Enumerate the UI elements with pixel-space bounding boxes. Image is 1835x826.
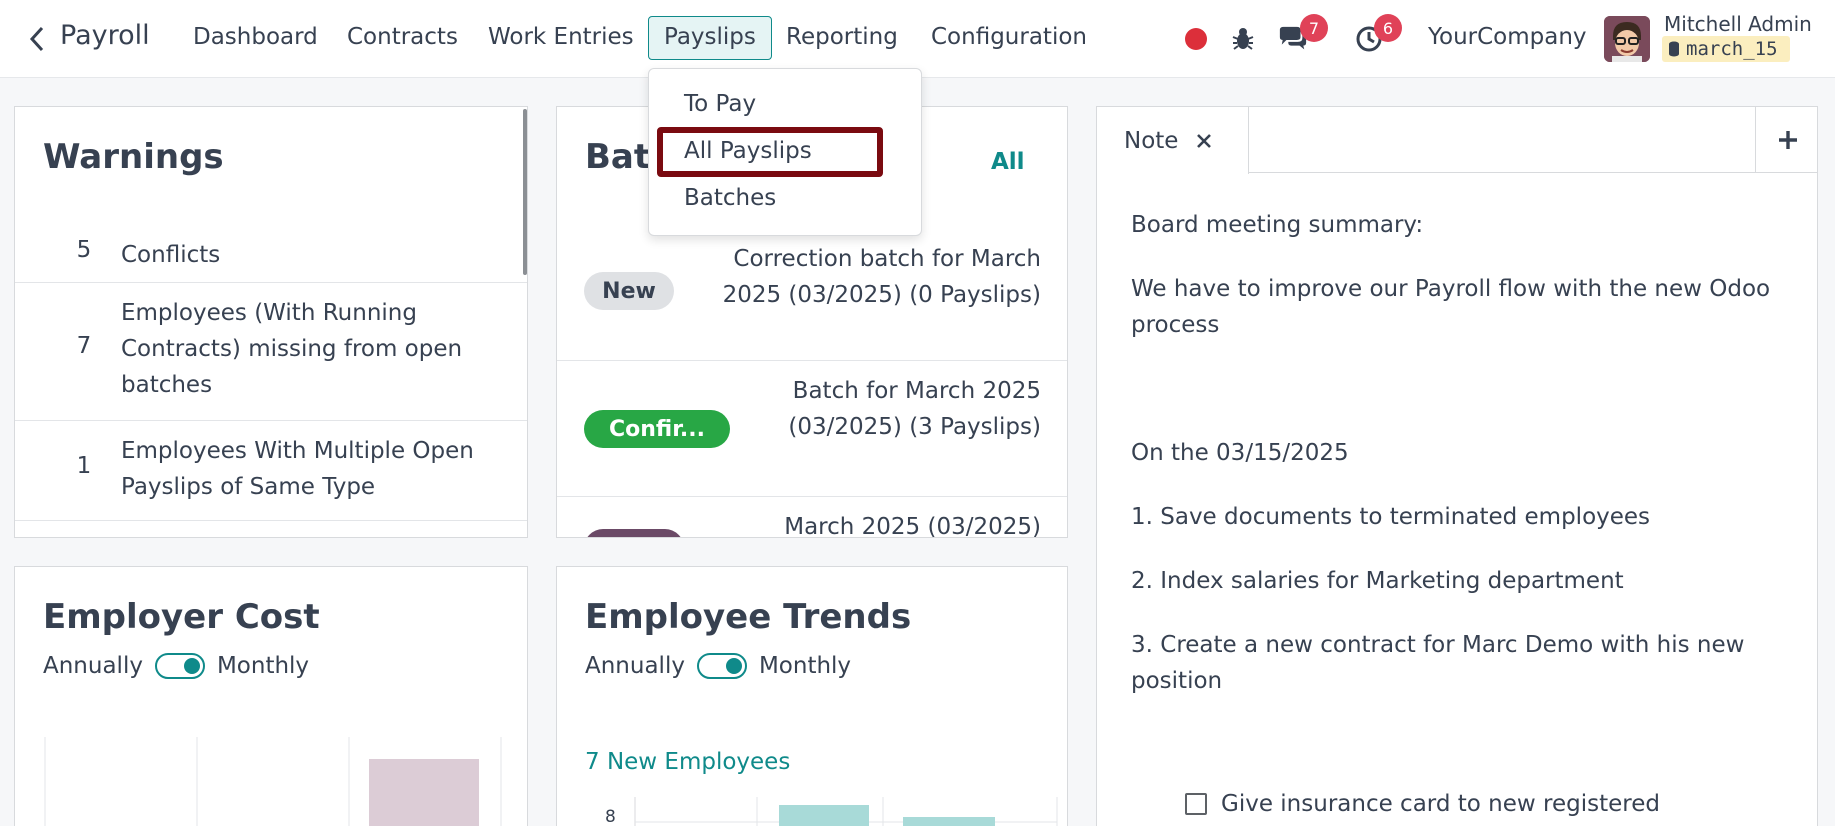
menu-contracts[interactable]: Contracts: [347, 24, 458, 50]
note-paragraph[interactable]: 1. Save documents to terminated employee…: [1131, 499, 1771, 535]
warning-count: 7: [76, 333, 92, 359]
back-chevron-icon[interactable]: [22, 22, 52, 56]
user-name[interactable]: Mitchell Admin: [1664, 12, 1812, 36]
employee-trends-chart: [634, 797, 1058, 826]
batch-name: March 2025 (03/2025): [784, 514, 1041, 538]
status-badge: New: [584, 272, 674, 310]
menu-reporting[interactable]: Reporting: [786, 24, 898, 50]
batch-row[interactable]: Confir... Batch for March 2025 (03/2025)…: [557, 361, 1067, 497]
status-badge: Done: [584, 529, 684, 537]
add-note-plus-icon[interactable]: [1755, 107, 1817, 173]
note-paragraph[interactable]: Board meeting summary:: [1131, 207, 1771, 243]
close-icon[interactable]: [1196, 133, 1212, 149]
period-toggle[interactable]: Annually Monthly: [43, 653, 309, 679]
note-paragraph[interactable]: On the 03/15/2025: [1131, 435, 1771, 471]
warnings-card: Warnings 5 Conflicts 7 Employees (With R…: [14, 106, 528, 538]
menu-configuration[interactable]: Configuration: [931, 24, 1087, 50]
note-paragraph[interactable]: We have to improve our Payroll flow with…: [1131, 271, 1771, 343]
note-tab[interactable]: Note: [1097, 107, 1249, 174]
menu-item-batches[interactable]: Batches: [684, 185, 776, 211]
debug-bug-icon[interactable]: [1228, 24, 1258, 54]
employee-trends-title: Employee Trends: [585, 597, 912, 637]
payslips-dropdown-menu: To Pay All Payslips Batches: [648, 68, 922, 236]
status-badge: Confir...: [584, 410, 730, 448]
employee-trends-card: Employee Trends Annually Monthly 7 New E…: [556, 566, 1068, 826]
menu-item-to-pay[interactable]: To Pay: [684, 91, 756, 117]
checklist-item[interactable]: Give insurance card to new registered: [1185, 791, 1660, 817]
warning-count: 1: [76, 453, 92, 479]
company-switcher[interactable]: YourCompany: [1428, 24, 1587, 50]
activity-clock-icon[interactable]: 6: [1354, 14, 1402, 54]
checklist-checkbox[interactable]: [1185, 793, 1207, 815]
all-batches-link[interactable]: All: [991, 149, 1025, 175]
top-navbar: Payroll Dashboard Contracts Work Entries…: [0, 0, 1835, 78]
warning-label: Conflicts: [121, 242, 221, 268]
employer-cost-title: Employer Cost: [43, 597, 320, 637]
batch-name: Batch for March 2025 (03/2025) (3 Paysli…: [788, 378, 1041, 440]
note-paragraph[interactable]: 3. Create a new contract for Marc Demo w…: [1131, 627, 1771, 699]
menu-payslips[interactable]: Payslips: [648, 16, 772, 60]
toggle-annually-label: Annually: [43, 653, 143, 679]
warning-row[interactable]: 1 Employees With Multiple Open Payslips …: [15, 421, 527, 521]
recording-dot-icon[interactable]: [1181, 24, 1211, 54]
database-icon: [1669, 41, 1679, 57]
messages-chat-icon[interactable]: 7: [1278, 14, 1328, 54]
checklist-label: Give insurance card to new registered: [1221, 791, 1660, 817]
menu-dashboard[interactable]: Dashboard: [193, 24, 318, 50]
activities-count-badge: 6: [1374, 14, 1402, 42]
note-card: Note Board meeting summary: We have to i…: [1096, 106, 1818, 826]
period-switch[interactable]: [696, 653, 747, 679]
toggle-annually-label: Annually: [585, 653, 685, 679]
note-tabbar: Note: [1097, 107, 1817, 174]
batch-name: Correction batch for March 2025 (03/2025…: [722, 246, 1041, 308]
database-name: march_15: [1686, 38, 1778, 60]
new-employees-link[interactable]: 7 New Employees: [585, 749, 790, 775]
menu-work-entries[interactable]: Work Entries: [488, 24, 634, 50]
app-title[interactable]: Payroll: [60, 20, 150, 51]
warning-row[interactable]: 7 Employees (With Running Contracts) mis…: [15, 283, 527, 421]
messages-count-badge: 7: [1300, 14, 1328, 42]
warnings-title: Warnings: [43, 137, 224, 177]
period-toggle[interactable]: Annually Monthly: [585, 653, 851, 679]
toggle-monthly-label: Monthly: [758, 653, 852, 679]
note-tab-label: Note: [1124, 127, 1179, 154]
period-switch[interactable]: [154, 653, 205, 679]
warning-count: 5: [76, 237, 92, 263]
batch-row[interactable]: Done March 2025 (03/2025): [557, 497, 1067, 538]
warning-label: Employees (With Running Contracts) missi…: [121, 300, 463, 398]
note-paragraph[interactable]: 2. Index salaries for Marketing departme…: [1131, 563, 1771, 599]
database-badge: march_15: [1662, 36, 1790, 62]
batch-row[interactable]: New Correction batch for March 2025 (03/…: [557, 233, 1067, 361]
toggle-monthly-label: Monthly: [216, 653, 310, 679]
user-avatar[interactable]: [1604, 16, 1650, 62]
warning-label: Employees With Multiple Open Payslips of…: [121, 438, 474, 500]
menu-item-all-payslips[interactable]: All Payslips: [684, 138, 812, 164]
employer-cost-card: Employer Cost Annually Monthly: [14, 566, 528, 826]
employer-cost-chart: [44, 737, 502, 826]
warning-row[interactable]: 5 Conflicts: [15, 227, 527, 283]
